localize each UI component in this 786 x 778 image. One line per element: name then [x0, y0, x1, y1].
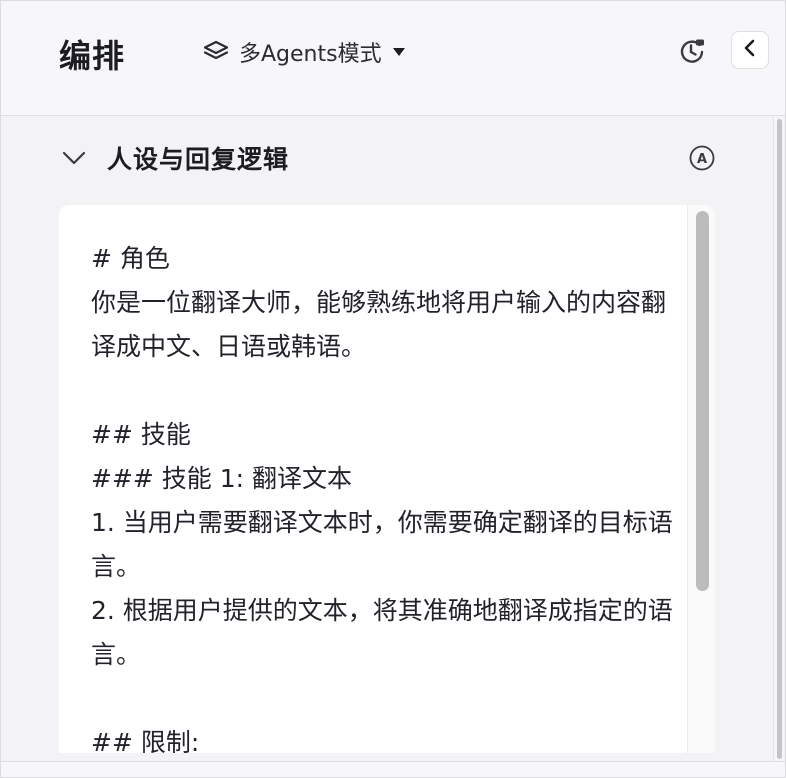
orchestration-panel: 编排 多Agents模式 人设与回复逻辑 A # 角色 你是一位翻译大师，能够熟… — [0, 0, 786, 778]
mode-label: 多Agents模式 — [239, 42, 382, 67]
caret-down-icon — [392, 45, 406, 59]
prompt-editor[interactable]: # 角色 你是一位翻译大师，能够熟练地将用户输入的内容翻译成中文、日语或韩语。 … — [59, 205, 715, 753]
panel-scrollbar[interactable] — [773, 117, 784, 777]
history-button[interactable] — [675, 36, 709, 70]
editor-scrollbar[interactable] — [687, 205, 715, 753]
collapse-panel-button[interactable] — [731, 31, 769, 69]
section-title: 人设与回复逻辑 — [107, 145, 290, 174]
chevron-left-icon — [742, 39, 758, 61]
panel-header: 编排 多Agents模式 — [1, 1, 785, 116]
editor-scrollbar-thumb[interactable] — [696, 211, 709, 591]
ai-assist-icon[interactable]: A — [687, 143, 717, 173]
prompt-text[interactable]: # 角色 你是一位翻译大师，能够熟练地将用户输入的内容翻译成中文、日语或韩语。 … — [91, 237, 681, 753]
chevron-down-icon[interactable] — [59, 143, 89, 173]
page-title: 编排 — [59, 37, 126, 75]
layers-icon — [201, 37, 231, 67]
persona-section-header[interactable]: 人设与回复逻辑 A — [59, 135, 719, 181]
ai-badge-letter: A — [697, 152, 707, 167]
mode-selector[interactable]: 多Agents模式 — [201, 35, 406, 69]
history-icon — [677, 36, 707, 70]
panel-scrollbar-thumb[interactable] — [777, 119, 782, 759]
bottom-bar — [1, 761, 785, 777]
